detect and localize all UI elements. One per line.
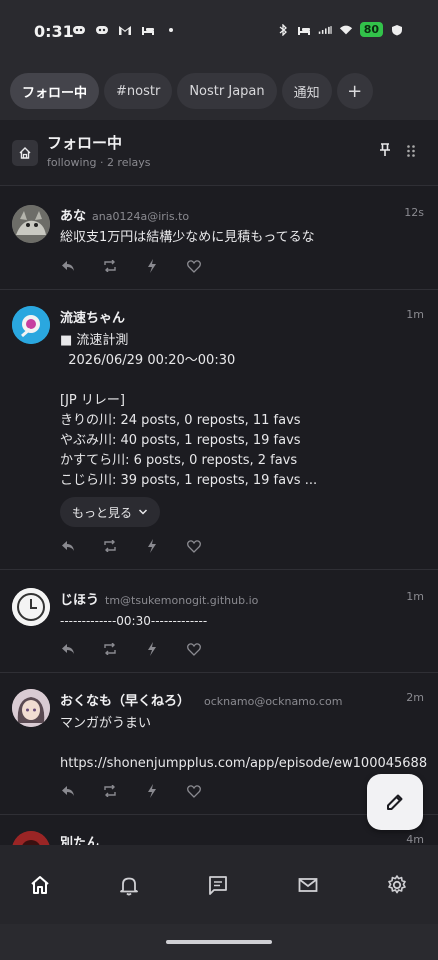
avatar[interactable] [12,689,50,727]
system-icons: 80 [276,22,404,37]
post-time: 1m [406,308,424,321]
avatar[interactable] [12,306,50,344]
author-name: 別たん [60,836,100,845]
post-author[interactable]: 別たん [60,832,99,845]
nav-notifications-icon[interactable] [117,873,141,897]
gmail-icon [119,26,131,35]
post-item[interactable]: 流速ちゃん 1m ■ 流速計測 2026/06/29 00:20〜00:30 [… [0,290,438,570]
post-author[interactable]: 流速ちゃん [60,307,125,326]
reply-icon[interactable] [60,783,76,799]
like-icon[interactable] [186,258,202,274]
post-time: 4m [406,833,424,845]
post-item[interactable]: あな ana0124a@iris.to 12s 総収支1万円は結構少なめに見積もっ… [0,187,438,290]
show-more-button[interactable]: もっと見る [60,497,161,527]
like-icon[interactable] [186,641,202,657]
post-content: ■ 流速計測 2026/06/29 00:20〜00:30 [JP リレー] き… [60,333,318,488]
reply-icon[interactable] [60,641,76,657]
author-address: ana0124a@iris.to [92,210,190,223]
repost-icon[interactable] [102,258,118,274]
author-name: おくなも（早くねろ） [60,694,191,709]
gesture-bar [0,924,438,960]
column-title: フォロー中 [47,134,123,152]
compose-button[interactable] [367,774,423,830]
bluetooth-icon [279,23,287,36]
column-header: フォロー中 following · 2 relays [0,120,438,186]
bed-icon [142,27,154,35]
repost-icon[interactable] [102,538,118,554]
timeline-feed[interactable]: あな ana0124a@iris.to 12s 総収支1万円は結構少なめに見積もっ… [0,187,438,845]
author-name: 流速ちゃん [60,311,126,326]
repost-icon[interactable] [102,783,118,799]
post-time: 12s [404,206,424,219]
home-indicator[interactable] [166,940,272,944]
repost-icon[interactable] [102,641,118,657]
author-name: じほう [60,593,100,608]
post-actions [60,538,202,554]
post-content: -------------00:30------------- [60,614,208,628]
post-content: マンガがうまい https://shonenjumpplus.com/app/e… [60,716,428,771]
post-actions [60,783,202,799]
author-address: tm@tsukemonogit.github.io [105,594,259,607]
author-address: ocknamo@ocknamo.com [204,695,343,708]
avatar[interactable] [12,588,50,626]
status-bar: 0:31 80 [0,0,438,64]
wifi-icon [339,25,352,34]
add-tab-button[interactable]: + [336,73,373,109]
chevron-down-icon [138,509,148,515]
column-tabs: フォロー中 #nostr Nostr Japan 通知 + [10,73,373,109]
column-subtitle: following · 2 relays [47,156,151,169]
zap-icon[interactable] [144,538,160,554]
bottom-navigation [0,845,438,924]
home-icon [12,140,38,166]
avatar[interactable] [12,831,50,845]
post-author[interactable]: あな ana0124a@iris.to [60,205,189,224]
notification-icons [72,24,178,36]
avatar[interactable] [12,205,50,243]
bed-icon [297,26,310,35]
post-content: 総収支1万円は結構少なめに見積もってるな [60,230,315,245]
zap-icon[interactable] [144,783,160,799]
post-item[interactable]: じほう tm@tsukemonogit.github.io 1m --------… [0,570,438,673]
nav-messages-icon[interactable] [206,873,230,897]
tab-nostr[interactable]: #nostr [104,73,173,109]
post-actions [60,641,202,657]
discord-icon [96,26,108,34]
drag-handle-icon[interactable] [406,144,416,158]
like-icon[interactable] [186,538,202,554]
reply-icon[interactable] [60,538,76,554]
signal-icon [318,25,332,34]
tab-nostr-japan[interactable]: Nostr Japan [177,73,277,109]
post-time: 2m [406,691,424,704]
post-author[interactable]: じほう tm@tsukemonogit.github.io [60,589,258,608]
post-actions [60,258,202,274]
tab-following[interactable]: フォロー中 [10,73,100,109]
dot-icon [169,28,173,32]
post-author[interactable]: おくなも（早くねろ） ocknamo@ocknamo.com [60,690,342,709]
shield-icon [392,24,402,35]
show-more-label: もっと見る [72,505,133,520]
pencil-icon [387,794,403,810]
zap-icon[interactable] [144,641,160,657]
pin-icon[interactable] [378,142,392,158]
tab-notifications[interactable]: 通知 [281,73,332,109]
reply-icon[interactable] [60,258,76,274]
nav-mail-icon[interactable] [296,873,320,897]
author-name: あな [60,209,87,224]
discord-icon [73,26,85,34]
post-time: 1m [406,590,424,603]
nav-settings-icon[interactable] [385,873,409,897]
battery-icon: 80 [359,22,383,37]
status-time: 0:31 [34,22,74,41]
nav-home-icon[interactable] [28,873,52,897]
like-icon[interactable] [186,783,202,799]
zap-icon[interactable] [144,258,160,274]
